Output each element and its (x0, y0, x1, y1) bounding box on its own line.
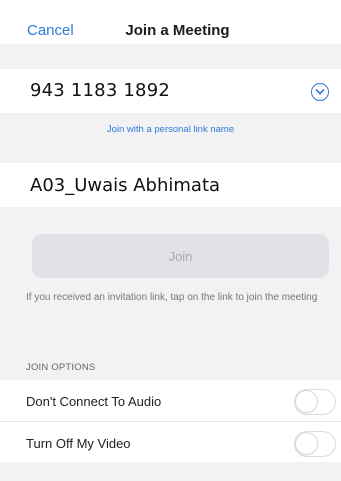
join-with-personal-link-link[interactable]: Join with a personal link name (0, 125, 341, 135)
chevron-down-circle-icon[interactable] (311, 83, 329, 101)
dont-connect-audio-toggle[interactable] (294, 389, 336, 415)
option-label: Turn Off My Video (26, 436, 131, 451)
chevron-down-icon (315, 89, 325, 95)
meeting-id-field[interactable]: 943 1183 1892 (0, 69, 341, 113)
toggle-knob (296, 391, 317, 412)
join-meeting-screen: Cancel Join a Meeting 943 1183 1892 Join… (0, 0, 341, 481)
join-button[interactable]: Join (32, 234, 329, 278)
display-name-input[interactable]: A03_Uwais Abhimata (30, 177, 220, 195)
turn-off-video-toggle[interactable] (294, 431, 336, 457)
option-label: Don't Connect To Audio (26, 394, 162, 409)
join-options-heading: JOIN OPTIONS (26, 362, 96, 373)
navigation-bar: Cancel Join a Meeting (0, 0, 341, 44)
page-title: Join a Meeting (125, 22, 230, 39)
display-name-field[interactable]: A03_Uwais Abhimata (0, 163, 341, 207)
meeting-id-input[interactable]: 943 1183 1892 (30, 82, 170, 100)
invitation-hint-text: If you received an invitation link, tap … (26, 292, 318, 303)
option-row-turn-off-video: Turn Off My Video (0, 422, 341, 462)
option-row-dont-connect-audio: Don't Connect To Audio (0, 380, 341, 422)
toggle-knob (296, 433, 317, 454)
